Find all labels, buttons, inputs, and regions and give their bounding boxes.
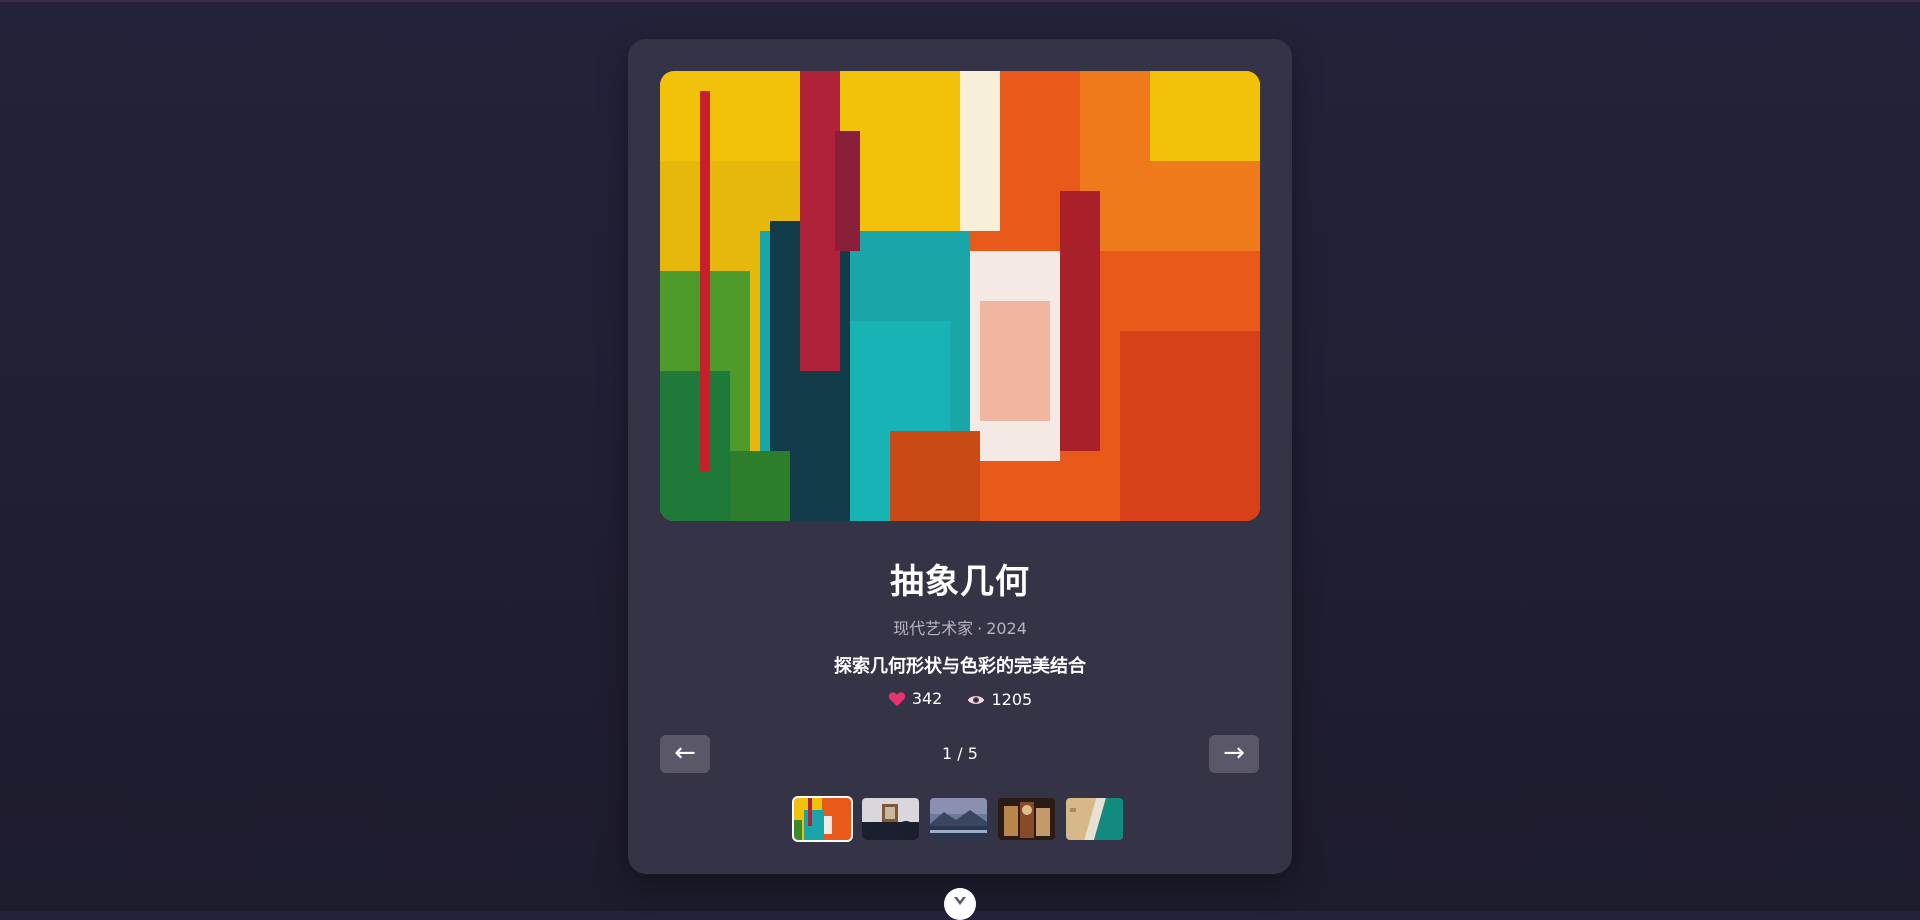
chevron-down-icon: [954, 897, 966, 905]
views-stat: 1205: [967, 690, 1032, 709]
scroll-down-button[interactable]: [944, 888, 976, 920]
views-count: 1205: [991, 690, 1033, 709]
slide-counter: 1 / 5: [942, 744, 978, 763]
meta-separator: ·: [977, 619, 983, 638]
thumbnail-4[interactable]: [998, 798, 1055, 840]
artwork-image: [660, 71, 1260, 521]
artwork-year: 2024: [986, 619, 1027, 638]
next-button[interactable]: →: [1209, 735, 1259, 773]
artwork-title: 抽象几何: [890, 562, 1030, 602]
artist-name: 现代艺术家: [893, 619, 974, 638]
eye-icon: [968, 695, 985, 704]
heart-icon: [888, 691, 905, 706]
likes-stat[interactable]: 342: [888, 689, 943, 708]
top-accent-line: [0, 0, 1920, 2]
thumbnail-strip: [792, 796, 1123, 842]
likes-count: 342: [911, 689, 943, 708]
artwork-meta: 现代艺术家 · 2024: [628, 615, 1292, 639]
thumbnail-2[interactable]: [862, 798, 919, 840]
thumbnail-1[interactable]: [792, 796, 853, 842]
artwork-stats: 342 1205: [628, 689, 1292, 711]
thumbnail-5[interactable]: [1066, 798, 1123, 840]
thumbnail-3[interactable]: [930, 798, 987, 840]
artwork-card: 抽象几何 现代艺术家 · 2024 探索几何形状与色彩的完美结合 342 1205 …: [628, 39, 1292, 874]
artwork-description: 探索几何形状与色彩的完美结合: [834, 656, 1086, 677]
